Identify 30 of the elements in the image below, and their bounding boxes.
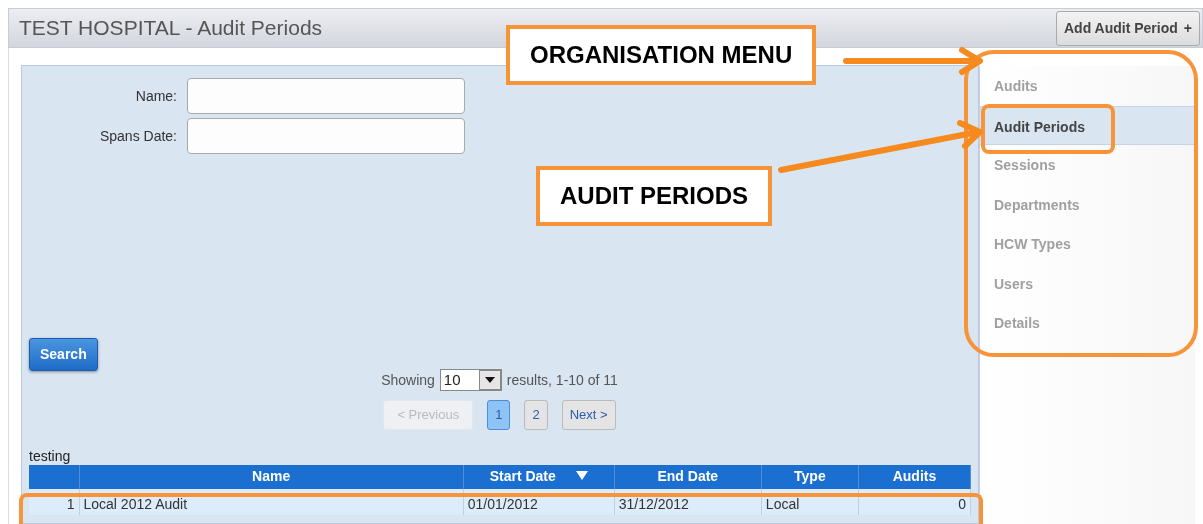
page-size-select[interactable]: 10 [439,369,502,391]
column-header[interactable] [29,464,79,489]
menu-item[interactable]: Audits [980,66,1195,106]
page-button[interactable]: 2 [524,400,548,430]
input-field[interactable] [187,118,465,154]
column-header[interactable]: Name [79,464,464,489]
menu-item[interactable]: Audit Periods [980,105,1195,145]
field-label: Spans Date: [98,126,177,146]
search-button[interactable]: Search [29,338,98,371]
menu-item[interactable]: Sessions [980,145,1195,185]
menu-item[interactable]: Users [980,263,1195,303]
page-title: TEST HOSPITAL - Audit Periods [19,15,323,42]
sort-arrow-icon [575,470,588,480]
menu-item[interactable]: Departments [980,184,1195,224]
add-audit-period-button[interactable]: Add Audit Period + [1056,10,1200,46]
table-caption: testing [29,447,72,465]
showing-label: Showing [381,370,435,390]
menu-item[interactable]: HCW Types [980,224,1195,264]
next-button[interactable]: Next > [561,400,616,430]
callout-label: ORGANISATION MENU [506,25,817,85]
column-header[interactable]: Type [761,464,859,489]
page-button[interactable]: 1 [487,400,511,430]
menu-item[interactable]: Details [980,303,1195,343]
field-label: Name: [134,86,177,106]
input-field[interactable] [187,78,465,114]
column-header[interactable]: Audits [858,464,971,489]
results-summary: results, 1-10 of 11 [506,370,618,390]
column-header[interactable]: Start Date [463,464,615,489]
column-header[interactable]: End Date [614,464,762,489]
callout-label: AUDIT PERIODS [536,166,772,226]
